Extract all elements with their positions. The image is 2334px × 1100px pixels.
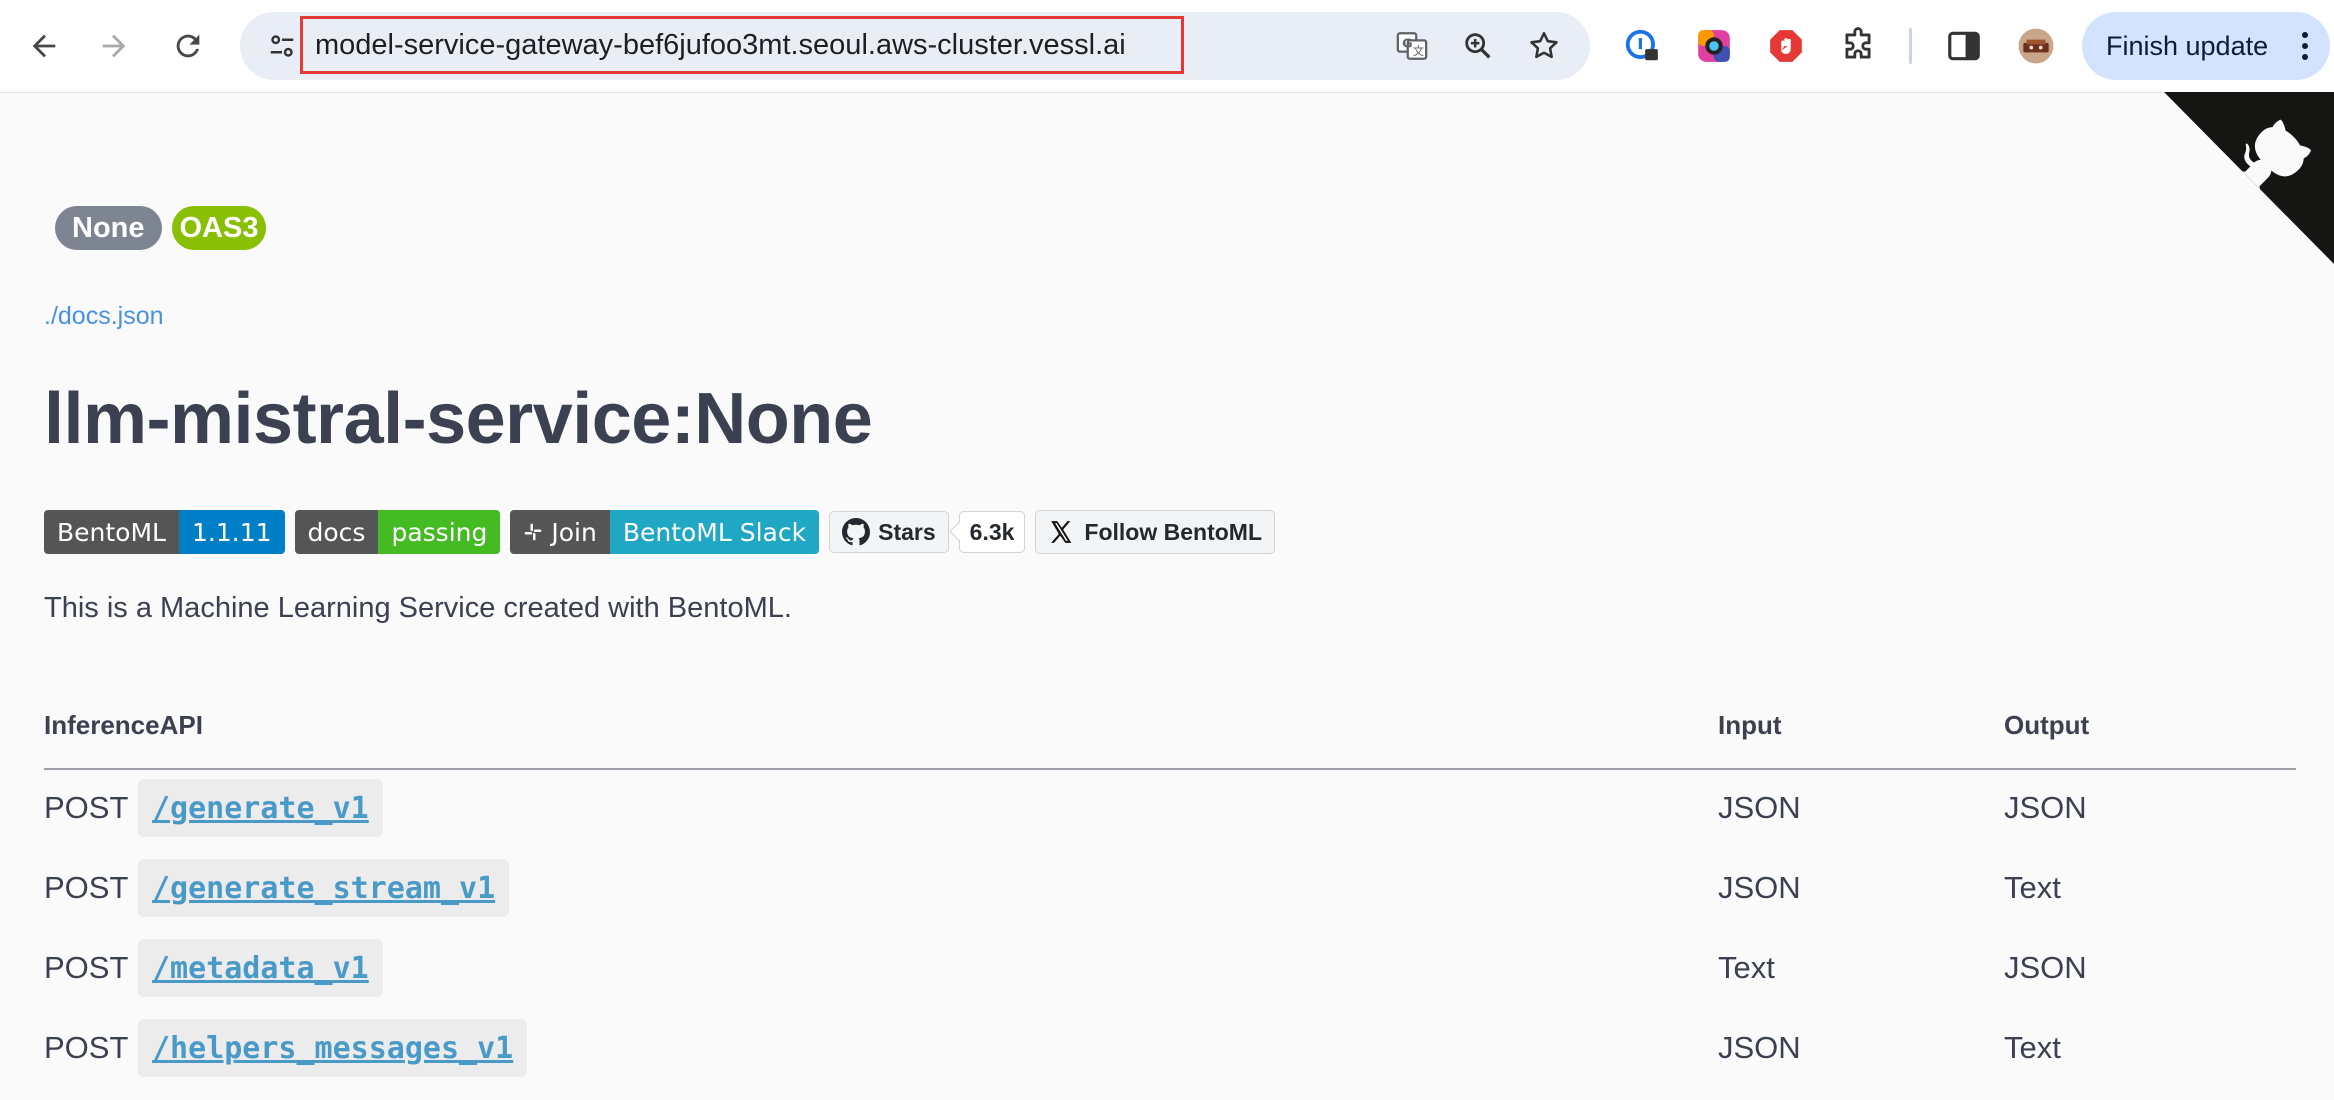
output-type: JSON	[2004, 950, 2087, 985]
shield-value: passing	[378, 510, 501, 554]
color-picker-icon[interactable]	[1692, 24, 1736, 68]
table-row: POST /metadata_v1 Text JSON	[44, 930, 2296, 1010]
avatar[interactable]	[2014, 24, 2058, 68]
puzzle-icon[interactable]	[1836, 24, 1880, 68]
slack-icon	[525, 523, 542, 541]
endpoint-link[interactable]: /helpers_messages_v1	[138, 1019, 528, 1077]
x-logo-icon	[1051, 521, 1072, 543]
table-row: POST /generate_stream_v1 JSON Text	[44, 850, 2296, 930]
browser-toolbar: model-service-gateway-bef6jufoo3mt.seoul…	[0, 0, 2334, 93]
output-type: Text	[2004, 870, 2061, 905]
version-badges: None OAS3	[55, 206, 267, 250]
translate-icon[interactable]: G 文	[1390, 24, 1434, 68]
join-label: Join	[551, 517, 597, 547]
back-arrow-icon[interactable]	[20, 22, 68, 70]
shield-value: BentoML Slack	[609, 510, 820, 554]
http-method: POST	[44, 950, 129, 985]
http-method: POST	[44, 1030, 129, 1065]
finish-update-label: Finish update	[2106, 30, 2269, 61]
header-output: Output	[2004, 710, 2090, 740]
zoom-icon[interactable]	[1456, 24, 1500, 68]
oas-badge: OAS3	[171, 206, 267, 250]
svg-text:G: G	[1402, 36, 1412, 51]
follow-label: Follow BentoML	[1084, 518, 1262, 545]
version-badge: None	[55, 206, 162, 250]
shield-label: Join	[510, 510, 610, 554]
shields-row: BentoML 1.1.11 docs passing Join BentoML…	[44, 510, 1275, 554]
shield-label: BentoML	[44, 510, 179, 554]
table-row: POST /generate_v1 JSON JSON	[44, 770, 2296, 850]
star-icon[interactable]	[1522, 24, 1566, 68]
inference-api-table: InferenceAPI Input Output POST /generate…	[44, 700, 2296, 1090]
github-icon	[842, 518, 871, 546]
input-type: JSON	[1718, 1030, 1801, 1065]
kebab-menu-icon[interactable]	[2302, 32, 2308, 60]
shield-value: 1.1.11	[178, 510, 285, 554]
table-header: InferenceAPI Input Output	[44, 700, 2296, 770]
shield-label: docs	[294, 510, 379, 554]
tune-icon[interactable]	[258, 22, 306, 70]
input-type: JSON	[1718, 870, 1801, 905]
docs-json-link[interactable]: ./docs.json	[44, 302, 164, 331]
stars-count[interactable]: 6.3k	[958, 511, 1026, 553]
endpoint-link[interactable]: /metadata_v1	[138, 939, 383, 997]
bentoml-version-shield[interactable]: BentoML 1.1.11	[44, 510, 285, 554]
endpoint-link[interactable]: /generate_v1	[138, 779, 383, 837]
toolbar-divider	[1909, 28, 1912, 64]
side-panel-icon[interactable]	[1942, 24, 1986, 68]
github-stars-button[interactable]: Stars	[829, 511, 949, 553]
slack-shield[interactable]: Join BentoML Slack	[510, 510, 820, 554]
endpoint-link[interactable]: /generate_stream_v1	[138, 859, 510, 917]
omnibox[interactable]: model-service-gateway-bef6jufoo3mt.seoul…	[240, 12, 1590, 80]
finish-update-button[interactable]: Finish update	[2082, 12, 2330, 80]
page-title: llm-mistral-service:None	[44, 379, 873, 459]
stars-label: Stars	[878, 518, 936, 545]
output-type: JSON	[2004, 790, 2087, 825]
password-manager-icon[interactable]	[1620, 24, 1664, 68]
adblock-icon[interactable]	[1764, 24, 1808, 68]
http-method: POST	[44, 870, 129, 905]
follow-bentoml-button[interactable]: Follow BentoML	[1035, 510, 1275, 554]
github-corner-icon[interactable]	[2164, 92, 2334, 264]
header-input: Input	[1718, 710, 1782, 740]
forward-arrow-icon[interactable]	[90, 22, 138, 70]
docs-status-shield[interactable]: docs passing	[294, 510, 501, 554]
url-field[interactable]: model-service-gateway-bef6jufoo3mt.seoul…	[300, 16, 1184, 74]
reload-icon[interactable]	[164, 22, 212, 70]
svg-text:文: 文	[1413, 44, 1424, 58]
table-row: POST /helpers_messages_v1 JSON Text	[44, 1010, 2296, 1090]
output-type: Text	[2004, 1030, 2061, 1065]
input-type: JSON	[1718, 790, 1801, 825]
header-inference-api: InferenceAPI	[44, 710, 203, 740]
http-method: POST	[44, 790, 129, 825]
service-description: This is a Machine Learning Service creat…	[44, 592, 792, 624]
input-type: Text	[1718, 950, 1775, 985]
